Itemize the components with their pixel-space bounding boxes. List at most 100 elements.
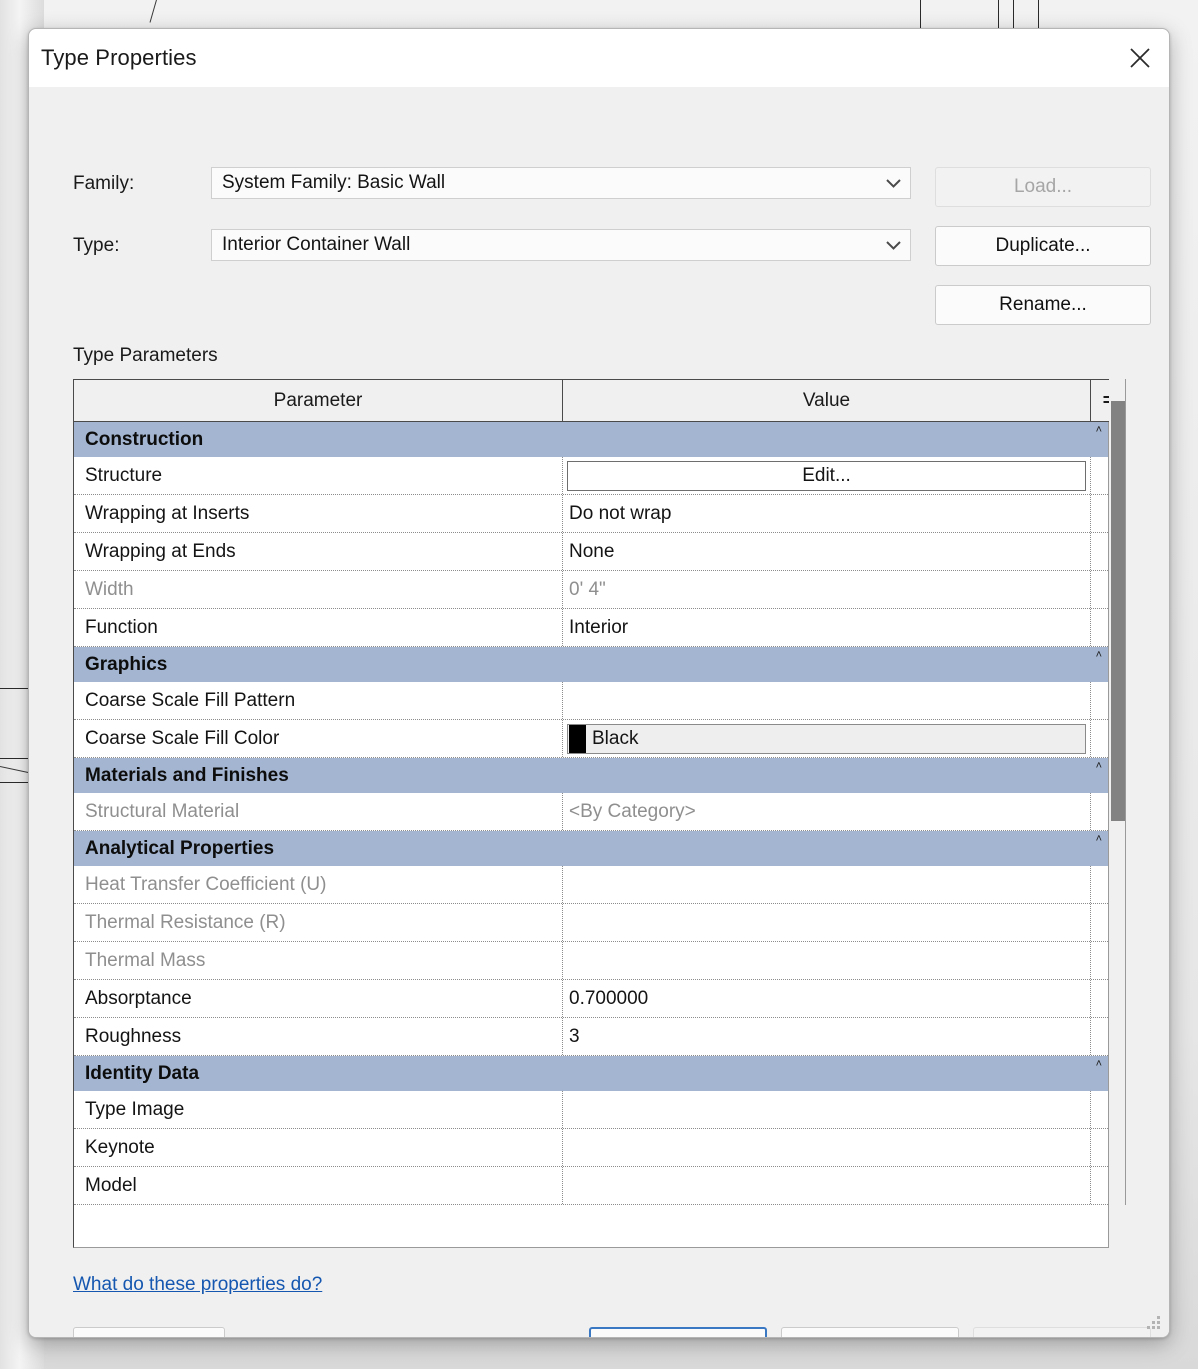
background-line (998, 0, 999, 28)
parameter-group-header: Graphics ˄ (74, 647, 1108, 682)
chevron-down-icon (876, 241, 910, 250)
dialog-titlebar[interactable]: Type Properties (29, 29, 1169, 87)
parameter-value-cell[interactable] (563, 1091, 1091, 1128)
parameter-name: Structural Material (74, 793, 563, 830)
parameter-name: Heat Transfer Coefficient (U) (74, 866, 563, 903)
parameter-row: StructureEdit... (74, 457, 1108, 495)
parameter-row: Coarse Scale Fill ColorBlack (74, 720, 1108, 758)
group-name: Identity Data (74, 1063, 199, 1085)
parameter-value-cell (563, 866, 1091, 903)
apply-button[interactable]: Apply (973, 1327, 1151, 1338)
parameter-name: Width (74, 571, 563, 608)
collapse-chevron-icon[interactable]: ˄ (1096, 425, 1102, 436)
parameter-group-header: Analytical Properties˄ (74, 831, 1108, 866)
parameter-value-cell: 0' 4" (563, 571, 1091, 608)
parameter-equals-cell[interactable] (1091, 495, 1108, 532)
background-line (920, 0, 921, 28)
parameter-equals-cell[interactable] (1091, 904, 1108, 941)
parameter-name: Coarse Scale Fill Pattern (74, 682, 563, 719)
dialog-title: Type Properties (41, 45, 197, 71)
type-properties-dialog: Type Properties Family: System Family: B… (28, 28, 1170, 1338)
type-parameters-grid: Parameter Value = Construction ˄ Structure… (73, 379, 1126, 1249)
parameter-equals-cell[interactable] (1091, 609, 1108, 646)
parameter-value-cell[interactable]: None (563, 533, 1091, 570)
parameter-value-cell[interactable]: Do not wrap (563, 495, 1091, 532)
column-header-parameter[interactable]: Parameter (74, 380, 563, 421)
parameter-name: Wrapping at Inserts (74, 495, 563, 532)
group-name: Graphics (74, 654, 167, 676)
load-button[interactable]: Load... (935, 167, 1151, 207)
group-name: Materials and Finishes (74, 765, 289, 787)
family-dropdown[interactable]: System Family: Basic Wall (211, 167, 911, 199)
grid-vertical-scrollbar[interactable] (1109, 379, 1126, 1205)
parameter-equals-cell[interactable] (1091, 793, 1108, 830)
background-line (1038, 0, 1039, 28)
parameter-equals-cell[interactable] (1091, 1167, 1108, 1204)
parameter-equals-cell[interactable] (1091, 866, 1108, 903)
parameter-value-cell (563, 904, 1091, 941)
collapse-chevron-icon[interactable]: ˄ (1096, 1059, 1102, 1070)
type-value: Interior Container Wall (212, 234, 876, 256)
parameter-name: Thermal Resistance (R) (74, 904, 563, 941)
grid-rows-container: Construction˄StructureEdit...Wrapping at… (73, 422, 1109, 1248)
group-name: Construction (74, 429, 203, 451)
parameter-row: Coarse Scale Fill Pattern (74, 682, 1108, 720)
family-value: System Family: Basic Wall (212, 172, 876, 194)
parameter-group-header: Identity Data ˄ (74, 1056, 1108, 1091)
chevron-down-icon (876, 179, 910, 188)
ok-button[interactable]: OK (589, 1327, 767, 1338)
edit-structure-button[interactable]: Edit... (567, 461, 1086, 491)
parameter-value-cell[interactable] (563, 1167, 1091, 1204)
parameter-value-cell[interactable]: 0.700000 (563, 980, 1091, 1017)
resize-grip-icon[interactable] (1147, 1316, 1161, 1330)
parameter-equals-cell[interactable] (1091, 942, 1108, 979)
preview-button[interactable]: << Preview (73, 1327, 225, 1338)
duplicate-button[interactable]: Duplicate... (935, 226, 1151, 266)
parameter-equals-cell[interactable] (1091, 1129, 1108, 1166)
parameter-row: Width0' 4" (74, 571, 1108, 609)
type-parameters-label: Type Parameters (73, 345, 218, 367)
parameter-value-cell[interactable]: Black (563, 720, 1091, 757)
close-icon[interactable] (1117, 35, 1163, 81)
parameter-row: Roughness3 (74, 1018, 1108, 1056)
parameter-group-header: Construction ˄ (74, 422, 1108, 457)
parameter-value-cell[interactable] (563, 682, 1091, 719)
parameter-name: Wrapping at Ends (74, 533, 563, 570)
parameter-equals-cell[interactable] (1091, 1018, 1108, 1055)
parameter-name: Type Image (74, 1091, 563, 1128)
collapse-chevron-icon[interactable]: ˄ (1096, 761, 1102, 772)
column-header-value[interactable]: Value (563, 380, 1091, 421)
color-picker-button[interactable]: Black (567, 724, 1086, 754)
cancel-button[interactable]: Cancel (781, 1327, 959, 1338)
parameter-row: Type Image (74, 1091, 1108, 1129)
grid-header-row: Parameter Value = (73, 379, 1126, 422)
parameter-equals-cell[interactable] (1091, 720, 1108, 757)
parameter-equals-cell[interactable] (1091, 980, 1108, 1017)
parameter-equals-cell[interactable] (1091, 571, 1108, 608)
parameter-name: Roughness (74, 1018, 563, 1055)
parameter-row: Keynote (74, 1129, 1108, 1167)
parameter-equals-cell[interactable] (1091, 457, 1108, 494)
parameter-equals-cell[interactable] (1091, 682, 1108, 719)
color-swatch (569, 725, 586, 753)
type-dropdown[interactable]: Interior Container Wall (211, 229, 911, 261)
parameter-name: Keynote (74, 1129, 563, 1166)
help-link[interactable]: What do these properties do? (73, 1274, 322, 1296)
parameter-value-cell[interactable]: 3 (563, 1018, 1091, 1055)
parameter-name: Absorptance (74, 980, 563, 1017)
parameter-name: Structure (74, 457, 563, 494)
grid-scrollbar-thumb[interactable] (1111, 401, 1125, 821)
rename-button[interactable]: Rename... (935, 285, 1151, 325)
parameter-value-cell[interactable]: Edit... (563, 457, 1091, 494)
parameter-name: Thermal Mass (74, 942, 563, 979)
parameter-value-cell[interactable] (563, 1129, 1091, 1166)
parameter-row: Absorptance0.700000 (74, 980, 1108, 1018)
parameter-equals-cell[interactable] (1091, 1091, 1108, 1128)
collapse-chevron-icon[interactable]: ˄ (1096, 650, 1102, 661)
parameter-row: Heat Transfer Coefficient (U) (74, 866, 1108, 904)
collapse-chevron-icon[interactable]: ˄ (1096, 834, 1102, 845)
parameter-equals-cell[interactable] (1091, 533, 1108, 570)
parameter-name: Function (74, 609, 563, 646)
background-diagonal-line (150, 0, 158, 23)
parameter-value-cell[interactable]: Interior (563, 609, 1091, 646)
